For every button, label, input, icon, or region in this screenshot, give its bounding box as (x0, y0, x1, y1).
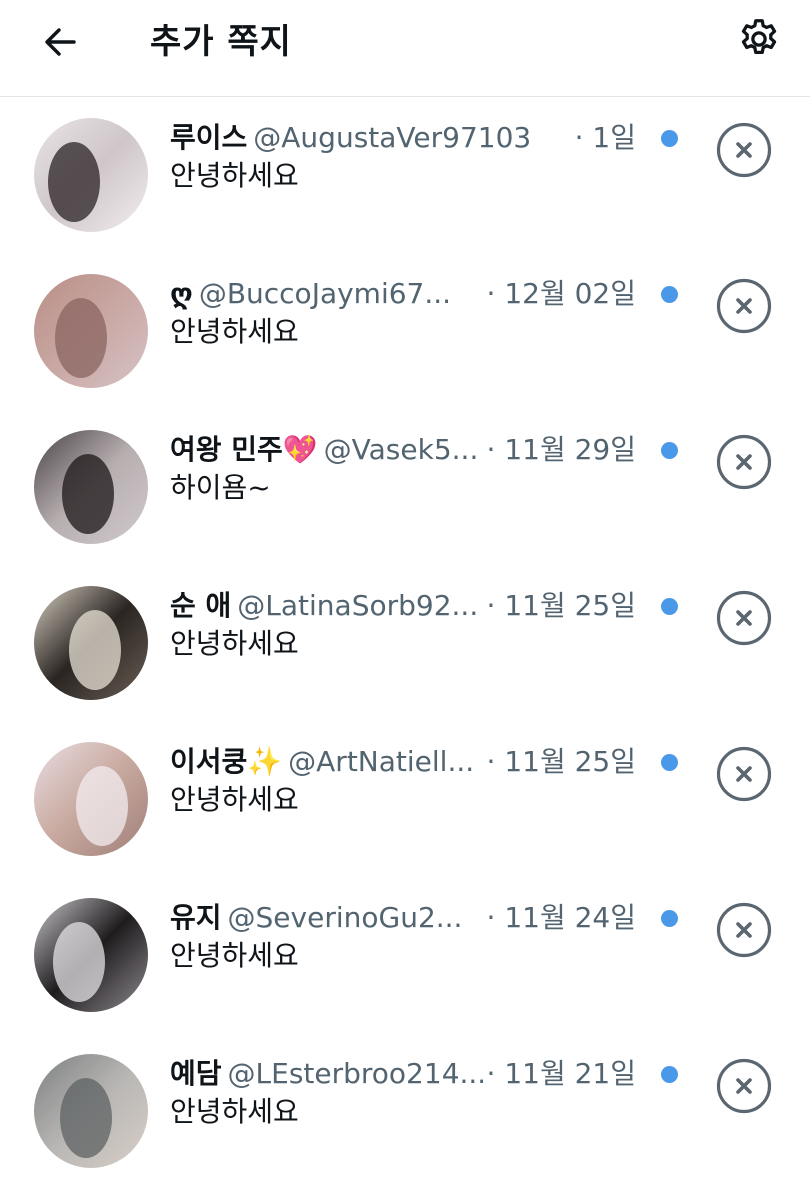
close-circle-icon (716, 590, 772, 646)
message-preview: 안녕하세요 (170, 315, 299, 348)
sender-name: 루이스 (170, 121, 248, 154)
avatar-photo (34, 898, 148, 1012)
message-request-list: 루이스 @AugustaVer97103 · 1일 안녕하세요 ღ @BuccoJaymi… (0, 98, 810, 1190)
message-date: · 11월 21일 (482, 1054, 636, 1094)
unread-dot (661, 442, 678, 459)
gear-icon (741, 19, 777, 55)
top-bar: 추가 쪽지 (0, 0, 810, 97)
message-request-item[interactable]: 여왕 민주💖 @Vasek5... · 11월 29일 하이욤~ (0, 410, 810, 566)
sender-handle: @AugustaVer97103 (253, 121, 532, 154)
sender-name: 여왕 민주💖 (170, 433, 318, 466)
message-request-item[interactable]: 이서쿵✨ @ArtNatiell... · 11월 25일 안녕하세요 (0, 722, 810, 878)
sender-meta: 여왕 민주💖 @Vasek5... · 11월 29일 (170, 430, 640, 470)
message-date: · 11월 25일 (482, 586, 636, 626)
sender-meta: 순 애 @LatinaSorb92... · 11월 25일 (170, 586, 640, 626)
sender-handle: @LEsterbroo214... (227, 1057, 487, 1090)
message-preview: 안녕하세요 (170, 783, 299, 816)
settings-button[interactable] (734, 14, 784, 64)
message-request-item[interactable]: 예담 @LEsterbroo214... · 11월 21일 안녕하세요 (0, 1034, 810, 1190)
dismiss-button[interactable] (716, 434, 772, 490)
avatar-photo (34, 1054, 148, 1168)
message-request-item[interactable]: 순 애 @LatinaSorb92... · 11월 25일 안녕하세요 (0, 566, 810, 722)
avatar[interactable] (34, 1054, 148, 1168)
sender-meta: ღ @BuccoJaymi67... · 12월 02일 (170, 274, 640, 314)
close-circle-icon (716, 278, 772, 334)
avatar[interactable] (34, 274, 148, 388)
sender-handle: @BuccoJaymi67... (198, 277, 452, 310)
unread-dot (661, 910, 678, 927)
arrow-left-icon (45, 28, 76, 56)
unread-dot (661, 286, 678, 303)
message-request-item[interactable]: 루이스 @AugustaVer97103 · 1일안녕하세요 (0, 98, 810, 254)
avatar-photo (34, 430, 148, 544)
sender-meta: 이서쿵✨ @ArtNatiell... · 11월 25일 (170, 742, 640, 782)
sender-name: 순 애 (170, 589, 232, 622)
message-date: · 11월 24일 (482, 898, 636, 938)
avatar[interactable] (34, 742, 148, 856)
close-circle-icon (716, 746, 772, 802)
sender-handle: @LatinaSorb92... (237, 589, 479, 622)
message-date: · 12월 02일 (482, 274, 636, 314)
message-date: · 1일 (570, 118, 636, 158)
close-circle-icon (716, 122, 772, 178)
close-circle-icon (716, 902, 772, 958)
dismiss-button[interactable] (716, 1058, 772, 1114)
sender-meta: 루이스 @AugustaVer97103 · 1일 (170, 118, 640, 158)
avatar-photo (34, 274, 148, 388)
message-date: · 11월 29일 (482, 430, 636, 470)
message-preview: 안녕하세요 (170, 627, 299, 660)
sender-name: ღ (170, 277, 193, 310)
sender-meta: 예담 @LEsterbroo214... · 11월 21일 (170, 1054, 640, 1094)
sender-name: 유지 (170, 901, 222, 934)
dismiss-button[interactable] (716, 746, 772, 802)
back-button[interactable] (36, 18, 84, 66)
message-request-item[interactable]: 유지 @SeverinoGu2... · 11월 24일안녕하세요 (0, 878, 810, 1034)
close-circle-icon (716, 434, 772, 490)
avatar[interactable] (34, 118, 148, 232)
avatar[interactable] (34, 430, 148, 544)
dismiss-button[interactable] (716, 590, 772, 646)
sender-name: 이서쿵✨ (170, 745, 283, 778)
sender-meta: 유지 @SeverinoGu2... · 11월 24일 (170, 898, 640, 938)
sender-name: 예담 (170, 1057, 222, 1090)
avatar-photo (34, 586, 148, 700)
unread-dot (661, 1066, 678, 1083)
dismiss-button[interactable] (716, 902, 772, 958)
message-preview: 안녕하세요 (170, 159, 299, 192)
sender-handle: @Vasek5... (323, 433, 479, 466)
dismiss-button[interactable] (716, 122, 772, 178)
unread-dot (661, 598, 678, 615)
dismiss-button[interactable] (716, 278, 772, 334)
message-date: · 11월 25일 (482, 742, 636, 782)
avatar-photo (34, 118, 148, 232)
avatar[interactable] (34, 586, 148, 700)
unread-dot (661, 130, 678, 147)
sender-handle: @ArtNatiell... (288, 745, 475, 778)
message-request-item[interactable]: ღ @BuccoJaymi67... · 12월 02일안녕하세요 (0, 254, 810, 410)
message-preview: 하이욤~ (170, 471, 271, 504)
page-title: 추가 쪽지 (150, 22, 292, 62)
unread-dot (661, 754, 678, 771)
sender-handle: @SeverinoGu2... (227, 901, 463, 934)
message-preview: 안녕하세요 (170, 939, 299, 972)
avatar-photo (34, 742, 148, 856)
avatar[interactable] (34, 898, 148, 1012)
message-preview: 안녕하세요 (170, 1095, 299, 1128)
close-circle-icon (716, 1058, 772, 1114)
